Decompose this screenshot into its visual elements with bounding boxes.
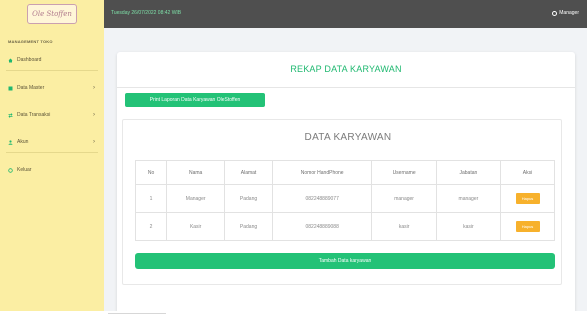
scrollbar[interactable] (108, 313, 166, 314)
user-icon (552, 10, 558, 16)
cell-alamat: Padang (224, 184, 273, 213)
cell-nama: Manager (166, 184, 226, 213)
cell-nama: Kasir (166, 212, 226, 241)
user-label: Manager (559, 10, 579, 16)
cell-hp: 082248889088 (271, 212, 373, 241)
sidebar-item-data-transaksi[interactable]: Data Transaksi › (0, 109, 104, 121)
cell-jabatan: manager (435, 184, 502, 213)
logo[interactable]: Ole Stoffen (27, 4, 77, 24)
delete-button[interactable]: Hapus (515, 193, 540, 204)
column-header: No (134, 160, 168, 185)
add-employee-button[interactable]: Tambah Data karyawan (135, 253, 555, 269)
cell-hp: 082248889077 (271, 184, 373, 213)
column-header: Username (371, 160, 437, 185)
topbar: Tuesday 26/07/2022 08:42 WIB Manager (104, 0, 587, 28)
cell-aksi: Hapus (500, 184, 555, 213)
cell-jabatan: kasir (435, 212, 502, 241)
column-header: Nama (166, 160, 226, 185)
chevron-right-icon: › (93, 139, 95, 145)
database-icon (8, 86, 13, 91)
chevron-right-icon: › (93, 112, 95, 118)
home-icon (8, 58, 13, 63)
brand[interactable]: Ole Stoffen (0, 0, 104, 28)
table-row: 1 Manager Padang 082248889077 manager ma… (134, 184, 555, 213)
sidebar-item-label: Akun (17, 139, 29, 145)
user-menu[interactable]: Manager (552, 10, 579, 16)
cell-username: kasir (371, 212, 437, 241)
chevron-right-icon: › (93, 85, 95, 91)
exchange-icon (8, 112, 13, 118)
print-report-button[interactable]: Print Laporan Data Karyawan OleStoffen (125, 93, 265, 107)
page-title: REKAP DATA KARYAWAN (290, 64, 402, 74)
cell-username: manager (371, 184, 437, 213)
cell-aksi: Hapus (500, 212, 555, 241)
datetime-text: Tuesday 26/07/2022 08:42 WIB (111, 10, 182, 16)
cell-alamat: Padang (224, 212, 273, 241)
cell-no: 2 (134, 212, 168, 241)
table-header-row: No Nama Alamat Nomor HandPhone Username … (134, 160, 555, 185)
app-root: Ole Stoffen MANAGEMENT TOKO Dashboard Da… (0, 0, 587, 316)
logout-icon (8, 167, 13, 173)
user-icon (8, 139, 13, 145)
sidebar-heading: MANAGEMENT TOKO (8, 39, 53, 44)
sidebar-item-data-master[interactable]: Data Master › (0, 82, 104, 94)
sidebar-divider (6, 152, 98, 153)
sidebar-item-label: Dashboard (17, 57, 42, 63)
column-header: Alamat (224, 160, 273, 185)
cell-no: 1 (134, 184, 168, 213)
sidebar-divider (6, 70, 98, 71)
delete-button[interactable]: Hapus (515, 221, 540, 232)
sidebar-item-label: Keluar (17, 167, 32, 173)
sidebar-item-keluar[interactable]: Keluar (0, 164, 104, 176)
sidebar-item-dashboard[interactable]: Dashboard (0, 54, 104, 66)
table-row: 2 Kasir Padang 082248889088 kasir kasir … (134, 212, 555, 241)
bottom-strip (0, 311, 587, 316)
column-header: Jabatan (435, 160, 502, 185)
employee-table: No Nama Alamat Nomor HandPhone Username … (134, 160, 555, 241)
table-title: DATA KARYAWAN (304, 132, 392, 143)
sidebar: Ole Stoffen MANAGEMENT TOKO Dashboard Da… (0, 0, 104, 311)
sidebar-item-label: Data Transaksi (17, 112, 51, 118)
title-divider (117, 87, 575, 88)
column-header: Aksi (500, 160, 555, 185)
sidebar-item-akun[interactable]: Akun › (0, 136, 104, 148)
column-header: Nomor HandPhone (271, 160, 373, 185)
sidebar-item-label: Data Master (17, 85, 45, 91)
